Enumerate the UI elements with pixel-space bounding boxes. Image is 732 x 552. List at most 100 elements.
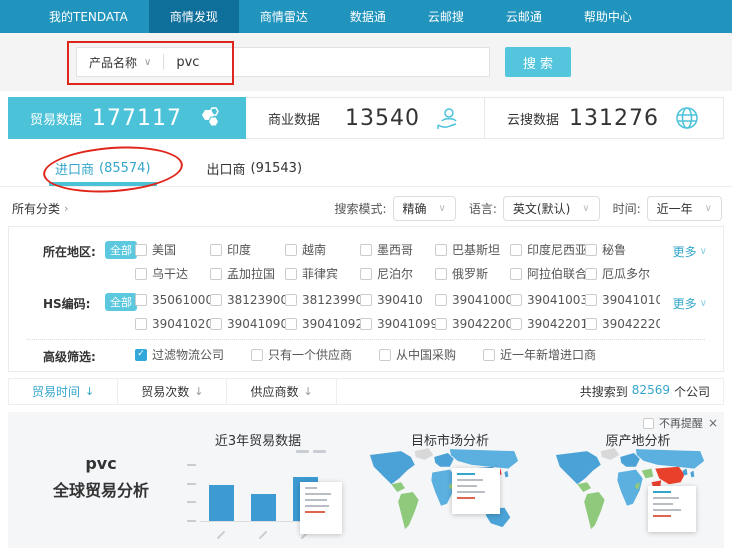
checkbox-icon[interactable]: ✓ <box>210 294 222 306</box>
search-input[interactable]: pvc <box>164 55 489 70</box>
new-importers-checkbox[interactable]: ✓近一年新增进口商 <box>483 346 596 363</box>
filter-logistics-checkbox[interactable]: ✓过滤物流公司 <box>135 346 224 363</box>
hs-code-checkbox[interactable]: ✓39041020 <box>135 317 210 331</box>
do-not-remind-control[interactable]: 不再提醒 × <box>643 415 718 431</box>
hs-all-button[interactable]: 全部 <box>105 293 137 311</box>
checkbox-icon[interactable]: ✓ <box>285 268 297 280</box>
search-button[interactable]: 搜 索 <box>505 47 571 77</box>
stat-trade-data[interactable]: 贸易数据 177117 <box>8 97 246 139</box>
sort-by-trade-time[interactable]: 贸易时间 ↓ <box>9 379 118 404</box>
hs-code-checkbox[interactable]: ✓39042201 <box>510 317 585 331</box>
checkbox-icon[interactable]: ✓ <box>210 268 222 280</box>
region-checkbox[interactable]: ✓乌干达 <box>135 265 210 282</box>
nav-cloud-mail-pass[interactable]: 云邮通 <box>485 0 563 33</box>
stat-business-data[interactable]: 商业数据 13540 <box>246 97 485 139</box>
checkbox-icon[interactable]: ✓ <box>585 318 597 330</box>
checkbox-icon[interactable]: ✓ <box>510 294 522 306</box>
checkbox-icon[interactable]: ✓ <box>285 318 297 330</box>
search-category-dropdown[interactable]: 产品名称 ∨ <box>77 48 163 76</box>
hs-code-checkbox[interactable]: ✓39041003 <box>510 293 585 307</box>
hs-code-checkbox[interactable]: ✓39041092 <box>285 317 360 331</box>
checkbox-icon[interactable]: ✓ <box>435 244 447 256</box>
hs-more-link[interactable]: 更多 ∨ <box>673 295 707 312</box>
checkbox-icon[interactable]: ✓ <box>585 244 597 256</box>
globe-icon <box>673 104 701 132</box>
hs-code-checkbox[interactable]: ✓35061000 <box>135 293 210 307</box>
checkbox-icon[interactable]: ✓ <box>360 294 372 306</box>
region-checkbox[interactable]: ✓越南 <box>285 241 360 258</box>
single-supplier-checkbox[interactable]: ✓只有一个供应商 <box>251 346 352 363</box>
region-checkbox[interactable]: ✓尼泊尔 <box>360 265 435 282</box>
checkbox-icon[interactable]: ✓ <box>135 294 147 306</box>
checkbox-icon[interactable]: ✓ <box>510 244 522 256</box>
tab-exporters[interactable]: 出口商 (91543) <box>207 150 303 186</box>
hs-code-checkbox[interactable]: ✓390410 <box>360 293 435 307</box>
sort-by-trade-count[interactable]: 贸易次数 ↓ <box>118 379 227 404</box>
trade-3yr-bar-chart[interactable] <box>180 448 332 544</box>
checkbox-icon[interactable]: ✓ <box>585 268 597 280</box>
analysis-title: 全球贸易分析 <box>36 477 166 501</box>
stat-cloud-search-data[interactable]: 云搜数据 131276 <box>485 97 724 139</box>
checkbox-icon[interactable]: ✓ <box>210 318 222 330</box>
checkbox-icon[interactable]: ✓ <box>435 318 447 330</box>
hs-code-checkbox[interactable]: ✓39041010 <box>585 293 660 307</box>
checkbox-icon[interactable]: ✓ <box>135 244 147 256</box>
hs-code-checkbox[interactable]: ✓38123900 <box>210 293 285 307</box>
language-select[interactable]: 英文(默认) ∨ <box>503 196 600 221</box>
nav-cloud-mail-search[interactable]: 云邮搜 <box>407 0 485 33</box>
checkbox-icon[interactable]: ✓ <box>435 268 447 280</box>
checkbox-icon[interactable]: ✓ <box>360 268 372 280</box>
region-more-link[interactable]: 更多 ∨ <box>673 243 707 260</box>
checkbox-icon[interactable]: ✓ <box>510 318 522 330</box>
checkbox-icon[interactable]: ✓ <box>135 318 147 330</box>
hs-code-checkbox[interactable]: ✓39041090 <box>210 317 285 331</box>
close-icon[interactable]: × <box>708 416 718 430</box>
sort-by-supplier-count[interactable]: 供应商数 ↓ <box>227 379 336 404</box>
checkbox-icon[interactable]: ✓ <box>210 244 222 256</box>
region-checkbox[interactable]: ✓美国 <box>135 241 210 258</box>
hs-code-checkbox[interactable]: ✓39041099 <box>360 317 435 331</box>
checkbox-icon[interactable]: ✓ <box>251 349 263 361</box>
region-checkbox[interactable]: ✓孟加拉国 <box>210 265 285 282</box>
region-checkbox[interactable]: ✓巴基斯坦 <box>435 241 510 258</box>
nav-business-discovery[interactable]: 商情发现 <box>149 0 239 33</box>
region-checkbox[interactable]: ✓菲律宾 <box>285 265 360 282</box>
checkbox-icon[interactable] <box>643 418 654 429</box>
region-checkbox[interactable]: ✓俄罗斯 <box>435 265 510 282</box>
all-categories-link[interactable]: 所有分类 › <box>12 200 68 217</box>
checkbox-icon[interactable]: ✓ <box>285 294 297 306</box>
hs-code-checkbox[interactable]: ✓39042200 <box>435 317 510 331</box>
hs-code-checkbox[interactable]: ✓38123990 <box>285 293 360 307</box>
checkbox-icon[interactable]: ✓ <box>585 294 597 306</box>
time-range-select[interactable]: 近一年 ∨ <box>647 196 722 221</box>
region-checkbox[interactable]: ✓阿拉伯联合... <box>510 265 585 282</box>
checkbox-icon[interactable]: ✓ <box>360 244 372 256</box>
nav-data-pass[interactable]: 数据通 <box>329 0 407 33</box>
region-checkbox[interactable]: ✓印度 <box>210 241 285 258</box>
target-market-map[interactable] <box>366 444 522 544</box>
checkbox-icon[interactable]: ✓ <box>135 268 147 280</box>
nav-my-tendata[interactable]: 我的TENDATA <box>28 0 149 33</box>
checkbox-icon[interactable]: ✓ <box>435 294 447 306</box>
hs-code-checkbox[interactable]: ✓39041000 <box>435 293 510 307</box>
checkbox-icon[interactable]: ✓ <box>510 268 522 280</box>
origin-analysis-map[interactable] <box>552 444 708 544</box>
tab-importers[interactable]: 进口商 (85574) <box>55 150 151 186</box>
search-mode-select[interactable]: 精确 ∨ <box>393 196 456 221</box>
nav-help-center[interactable]: 帮助中心 <box>563 0 653 33</box>
region-checkbox[interactable]: ✓墨西哥 <box>360 241 435 258</box>
checkbox-icon[interactable]: ✓ <box>135 349 147 361</box>
bar-year-1[interactable] <box>209 485 234 521</box>
hs-code-checkbox[interactable]: ✓39042220 <box>585 317 660 331</box>
region-checkbox[interactable]: ✓印度尼西亚 <box>510 241 585 258</box>
checkbox-icon[interactable]: ✓ <box>285 244 297 256</box>
checkbox-icon[interactable]: ✓ <box>379 349 391 361</box>
region-checkbox[interactable]: ✓厄瓜多尔 <box>585 265 660 282</box>
region-checkbox[interactable]: ✓秘鲁 <box>585 241 660 258</box>
region-all-button[interactable]: 全部 <box>105 241 137 259</box>
nav-business-radar[interactable]: 商情雷达 <box>239 0 329 33</box>
checkbox-icon[interactable]: ✓ <box>360 318 372 330</box>
buy-from-china-checkbox[interactable]: ✓从中国采购 <box>379 346 456 363</box>
bar-year-2[interactable] <box>251 494 276 521</box>
checkbox-icon[interactable]: ✓ <box>483 349 495 361</box>
